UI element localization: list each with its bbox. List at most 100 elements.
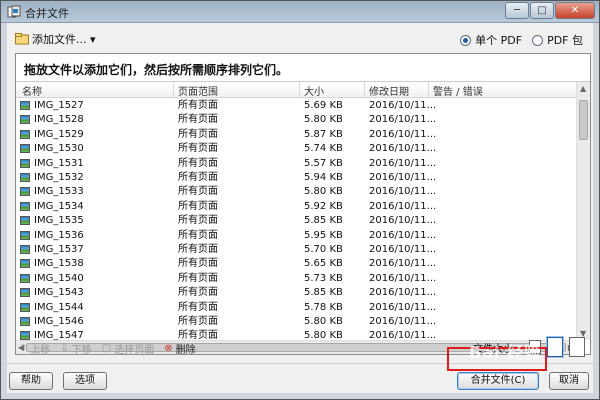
table-row[interactable]: IMG_1535 所有页面 5.85 KB 2016/10/11...: [16, 214, 576, 227]
single-pdf-radio[interactable]: [460, 34, 472, 46]
table-row[interactable]: IMG_1527 所有页面 5.69 KB 2016/10/11...: [16, 99, 576, 112]
table-row[interactable]: IMG_1529 所有页面 5.87 KB 2016/10/11...: [16, 128, 576, 141]
file-name-cell: IMG_1538: [34, 258, 84, 270]
file-name-cell: IMG_1528: [34, 114, 84, 126]
page-range-cell: 所有页面: [178, 100, 218, 111]
column-divider[interactable]: [299, 82, 300, 98]
table-row[interactable]: IMG_1534 所有页面 5.92 KB 2016/10/11...: [16, 200, 576, 213]
file-size-cell: 5.92 KB: [304, 200, 343, 212]
column-header-page-range[interactable]: 页面范围: [178, 83, 218, 98]
file-size-cell: 5.94 KB: [304, 172, 343, 183]
minimize-button[interactable]: ─: [505, 2, 529, 19]
maximize-button[interactable]: □: [530, 2, 554, 19]
modified-date-cell: 2016/10/11...: [369, 258, 437, 270]
file-name-cell: IMG_1540: [34, 272, 84, 284]
page-range-cell: 所有页面: [178, 157, 218, 169]
modified-date-cell: 2016/10/11...: [369, 316, 437, 327]
modified-date-cell: 2016/10/11...: [369, 157, 437, 169]
top-toolbar: 添加文件... ▾ 单个 PDF PDF 包: [7, 23, 593, 53]
column-header-modified[interactable]: 修改日期: [369, 83, 409, 98]
title-bar[interactable]: 合并文件 ─ □ ✕: [1, 1, 599, 23]
file-size-cell: 5.69 KB: [304, 100, 343, 111]
pdf-portfolio-radio[interactable]: [532, 34, 544, 46]
table-row[interactable]: IMG_1533 所有页面 5.80 KB 2016/10/11...: [16, 185, 576, 198]
window-title: 合并文件: [25, 7, 69, 20]
file-name-cell: IMG_1531: [34, 157, 84, 169]
merge-files-button[interactable]: 合并文件(C): [457, 372, 539, 390]
page-range-cell: 所有页面: [178, 272, 218, 284]
close-button[interactable]: ✕: [555, 2, 595, 19]
image-file-icon: [20, 187, 30, 197]
vertical-scrollbar[interactable]: ▲ ▼: [576, 82, 590, 340]
merge-files-window: 合并文件 ─ □ ✕ 添加文件... ▾ 单个 PDF PDF 包 拖放文件以添…: [0, 0, 600, 400]
table-row[interactable]: IMG_1532 所有页面 5.94 KB 2016/10/11...: [16, 171, 576, 184]
file-name-cell: IMG_1533: [34, 186, 84, 198]
table-row[interactable]: IMG_1536 所有页面 5.95 KB 2016/10/11...: [16, 229, 576, 242]
file-name-cell: IMG_1534: [34, 200, 84, 212]
table-row[interactable]: IMG_1544 所有页面 5.78 KB 2016/10/11...: [16, 301, 576, 314]
image-file-icon: [20, 317, 30, 326]
select-pages-label: 选择页面: [114, 345, 155, 356]
modified-date-cell: 2016/10/11...: [369, 172, 437, 183]
arrow-up-icon: ⇧: [19, 343, 28, 354]
move-down-button[interactable]: ⇩ 下移: [60, 341, 91, 356]
table-row[interactable]: IMG_1531 所有页面 5.57 KB 2016/10/11...: [16, 157, 576, 170]
table-row[interactable]: IMG_1540 所有页面 5.73 KB 2016/10/11...: [16, 272, 576, 285]
page-range-cell: 所有页面: [178, 128, 218, 140]
add-files-icon: [15, 33, 29, 45]
select-pages-button[interactable]: ▢ 选择页面: [102, 341, 154, 356]
file-name-cell: IMG_1530: [34, 143, 84, 155]
baidu-watermark: Bai 经验: [469, 343, 542, 362]
list-actions: ⇧ 上移 ⇩ 下移 ▢ 选择页面 ⊗ 删除: [19, 341, 206, 356]
page-range-cell: 所有页面: [178, 215, 218, 227]
dialog-body: 添加文件... ▾ 单个 PDF PDF 包 拖放文件以添加它们，然后按所需顺序…: [7, 23, 593, 393]
delete-button[interactable]: ⊗ 删除: [164, 341, 195, 356]
file-size-cell: 5.80 KB: [304, 316, 343, 327]
column-header-size[interactable]: 大小: [304, 83, 324, 98]
column-divider[interactable]: [364, 82, 365, 98]
options-button[interactable]: 选项: [63, 372, 107, 390]
file-name-cell: IMG_1535: [34, 215, 84, 227]
modified-date-cell: 2016/10/11...: [369, 272, 437, 284]
column-divider[interactable]: [428, 82, 429, 98]
table-row[interactable]: IMG_1538 所有页面 5.65 KB 2016/10/11...: [16, 257, 576, 270]
medium-size-option[interactable]: [547, 337, 563, 357]
move-up-button[interactable]: ⇧ 上移: [19, 341, 50, 356]
file-name-cell: IMG_1544: [34, 301, 84, 313]
column-header-name[interactable]: 名称: [22, 83, 42, 98]
file-name-cell: IMG_1536: [34, 229, 84, 241]
table-row[interactable]: IMG_1537 所有页面 5.70 KB 2016/10/11...: [16, 243, 576, 256]
table-row[interactable]: IMG_1543 所有页面 5.85 KB 2016/10/11...: [16, 286, 576, 299]
page-range-cell: 所有页面: [178, 301, 218, 313]
help-button[interactable]: 帮助: [9, 372, 53, 390]
file-name-cell: IMG_1527: [34, 100, 84, 111]
vertical-scroll-thumb[interactable]: [579, 100, 588, 140]
single-pdf-label[interactable]: 单个 PDF: [475, 32, 522, 48]
image-file-icon: [20, 259, 30, 269]
page-range-cell: 所有页面: [178, 114, 218, 126]
file-list: IMG_1527 所有页面 5.69 KB 2016/10/11... IMG_1528…: [16, 99, 576, 341]
table-row[interactable]: IMG_1530 所有页面 5.74 KB 2016/10/11...: [16, 142, 576, 155]
output-options: 单个 PDF PDF 包: [450, 32, 583, 48]
file-size-cell: 5.85 KB: [304, 215, 343, 227]
column-header-warnings[interactable]: 警告 / 错误: [433, 83, 483, 98]
add-files-label: 添加文件... ▾: [32, 33, 96, 46]
scroll-up-icon[interactable]: ▲: [580, 84, 586, 93]
page-range-cell: 所有页面: [178, 316, 218, 327]
large-size-option[interactable]: [569, 337, 585, 357]
table-header: 名称 页面范围 大小 修改日期 警告 / 错误: [16, 82, 576, 98]
image-file-icon: [20, 201, 30, 211]
page-select-icon: ▢: [101, 343, 112, 354]
file-name-cell: IMG_1537: [34, 244, 84, 255]
file-size-cell: 5.73 KB: [304, 272, 343, 284]
file-list-panel: 拖放文件以添加它们，然后按所需顺序排列它们。 名称 页面范围 大小 修改日期 警…: [15, 53, 591, 355]
column-divider[interactable]: [173, 82, 174, 98]
file-name-cell: IMG_1529: [34, 128, 84, 140]
pdf-portfolio-label[interactable]: PDF 包: [547, 32, 583, 48]
add-files-button[interactable]: 添加文件... ▾: [15, 31, 96, 47]
arrow-down-icon: ⇩: [60, 343, 69, 354]
move-down-label: 下移: [71, 345, 92, 356]
table-row[interactable]: IMG_1528 所有页面 5.80 KB 2016/10/11...: [16, 113, 576, 126]
table-row[interactable]: IMG_1546 所有页面 5.80 KB 2016/10/11...: [16, 315, 576, 328]
cancel-button[interactable]: 取消: [549, 372, 589, 390]
